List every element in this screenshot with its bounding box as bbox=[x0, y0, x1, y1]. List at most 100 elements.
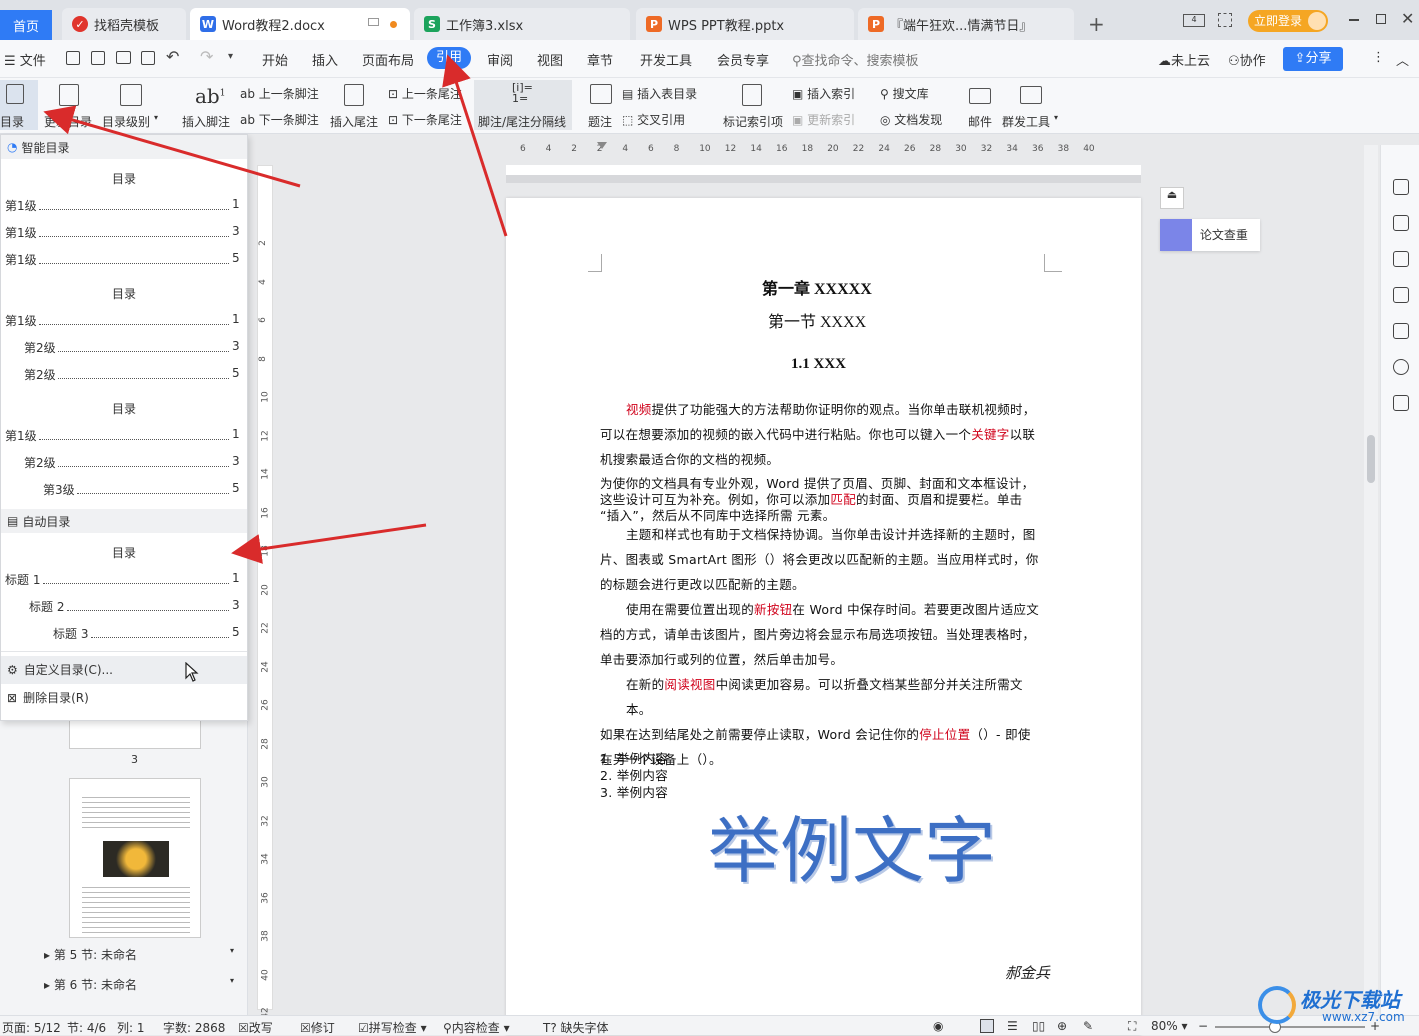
zoom-level[interactable]: 80% ▾ bbox=[1151, 1019, 1188, 1033]
menu-member[interactable]: 会员专享 bbox=[717, 50, 769, 69]
login-button[interactable]: 立即登录 bbox=[1248, 10, 1328, 32]
window-layout-icon[interactable]: 4 bbox=[1183, 14, 1205, 27]
menu-view[interactable]: 视图 bbox=[537, 50, 563, 69]
overwrite-toggle[interactable]: ☒改写 bbox=[238, 1019, 273, 1036]
nav-section-6[interactable]: ▸ 第 6 节: 未命名 ▾ bbox=[44, 976, 234, 993]
tab-home[interactable]: 首页 bbox=[0, 10, 52, 40]
page-thumb-prev[interactable] bbox=[69, 721, 201, 749]
vertical-scrollbar[interactable] bbox=[1364, 145, 1378, 1015]
insert-table-toc-button[interactable]: ▤ 插入表目录 bbox=[622, 85, 697, 102]
toc-level-button[interactable]: 目录级别 ▾ bbox=[102, 80, 164, 130]
paragraph-3[interactable]: 主题和样式也有助于文档保持协调。当你单击设计并选择新的主题时，图 片、图表或 S… bbox=[600, 522, 1046, 597]
collapse-ribbon-icon[interactable]: ︿ bbox=[1396, 50, 1409, 69]
more-icon[interactable]: ⋮ bbox=[1372, 50, 1385, 65]
print-icon[interactable] bbox=[116, 51, 131, 64]
close-button[interactable]: ✕ bbox=[1401, 9, 1414, 28]
paper-check-button[interactable]: 论文查重 bbox=[1160, 219, 1260, 251]
insert-index-button[interactable]: ▣ 插入索引 bbox=[792, 85, 855, 102]
save-icon[interactable] bbox=[66, 51, 80, 65]
outline-view-icon[interactable]: ☰ bbox=[1007, 1019, 1018, 1033]
chevron-down-icon[interactable]: ▾ bbox=[228, 51, 233, 62]
mark-index-button[interactable]: 标记索引项 bbox=[720, 80, 786, 130]
separator-button[interactable]: [i]= 1= 脚注/尾注分隔线 bbox=[474, 80, 572, 130]
cloud-status[interactable]: ☁未上云 bbox=[1158, 50, 1210, 69]
missing-font-button[interactable]: T? 缺失字体 bbox=[543, 1019, 609, 1036]
zoom-out-button[interactable]: − bbox=[1198, 1019, 1208, 1033]
section-heading[interactable]: 第一节 XXXX bbox=[768, 308, 866, 332]
pen-icon[interactable] bbox=[1393, 215, 1409, 231]
menu-chapter[interactable]: 章节 bbox=[587, 50, 613, 69]
grid-apps-icon[interactable] bbox=[1218, 13, 1232, 27]
web-view-icon[interactable]: ⊕ bbox=[1057, 1019, 1067, 1033]
auto-toc-style[interactable]: 目录 标题 11 标题 23 标题 35 bbox=[1, 537, 247, 647]
file-menu[interactable]: ☰ 文件 bbox=[4, 50, 46, 69]
track-changes-toggle[interactable]: ☒修订 bbox=[300, 1019, 335, 1036]
nav-section-5[interactable]: ▸ 第 5 节: 未命名 ▾ bbox=[44, 946, 234, 963]
rocket-icon[interactable] bbox=[1393, 179, 1409, 195]
cursor-icon[interactable] bbox=[1393, 251, 1409, 267]
share-button[interactable]: ⇪分享 bbox=[1283, 47, 1343, 71]
cross-ref-button[interactable]: ⬚ 交叉引用 bbox=[622, 111, 685, 128]
prev-endnote-button[interactable]: ⊡ 上一条尾注 bbox=[388, 85, 462, 102]
print-preview-icon[interactable] bbox=[141, 51, 155, 65]
menu-developer[interactable]: 开发工具 bbox=[640, 50, 692, 69]
status-page[interactable]: 页面: 5/12 bbox=[2, 1019, 61, 1036]
paragraph-4[interactable]: 使用在需要位置出现的新按钮在 Word 中保存时间。若要更改图片适应文 档的方式… bbox=[600, 597, 1046, 672]
menu-review[interactable]: 审阅 bbox=[487, 50, 513, 69]
next-footnote-button[interactable]: ab 下一条脚注 bbox=[240, 111, 319, 128]
image-tool-icon[interactable] bbox=[1393, 323, 1409, 339]
write-view-icon[interactable]: ✎ bbox=[1083, 1019, 1093, 1033]
menu-start[interactable]: 开始 bbox=[262, 50, 288, 69]
undo-icon[interactable]: ↶ bbox=[166, 47, 179, 66]
menu-references[interactable]: 引用 bbox=[427, 47, 471, 69]
adjust-icon[interactable] bbox=[1393, 287, 1409, 303]
status-words[interactable]: 字数: 2868 bbox=[163, 1019, 225, 1036]
collab-button[interactable]: ⚇协作 bbox=[1228, 50, 1266, 69]
eye-icon[interactable]: ◉ bbox=[933, 1019, 943, 1033]
search-library-button[interactable]: ⚲ 搜文库 bbox=[880, 85, 929, 102]
tab-templates[interactable]: ✓ 找稻壳模板 bbox=[62, 8, 186, 40]
toc-style-1[interactable]: 目录 第1级 1 第1级 3 第1级 5 bbox=[1, 163, 247, 269]
menu-page-layout[interactable]: 页面布局 bbox=[362, 50, 414, 69]
chapter-heading[interactable]: 第一章 XXXXX bbox=[762, 275, 872, 299]
mass-tool-button[interactable]: 群发工具 ▾ bbox=[1002, 80, 1062, 130]
new-tab-button[interactable]: + bbox=[1088, 12, 1105, 36]
toc-button[interactable]: 目录 bbox=[0, 80, 38, 130]
toc-style-2[interactable]: 目录 第1级 1 第2级 3 第2级 5 bbox=[1, 278, 247, 384]
maximize-button[interactable] bbox=[1376, 14, 1386, 24]
delete-toc-item[interactable]: ⊠ 删除目录(R) bbox=[1, 684, 247, 712]
doc-discover-button[interactable]: ◎ 文档发现 bbox=[880, 111, 942, 128]
reading-view-icon[interactable]: ▯▯ bbox=[1032, 1019, 1045, 1033]
collapse-side-button[interactable]: ⏏ bbox=[1160, 187, 1184, 209]
tab-pptx[interactable]: P WPS PPT教程.pptx bbox=[636, 8, 854, 40]
tab-ppt-2[interactable]: P 『端午狂欢...情满节日』 bbox=[858, 8, 1074, 40]
page-thumbnail[interactable] bbox=[69, 778, 201, 938]
spell-check-toggle[interactable]: ☑拼写检查 ▾ bbox=[358, 1019, 427, 1036]
insert-endnote-button[interactable]: 插入尾注 bbox=[328, 80, 382, 130]
subsection-heading[interactable]: 1.1 XXX bbox=[791, 356, 846, 373]
paragraph-1[interactable]: 视频提供了功能强大的方法帮助你证明你的观点。当你单击联机视频时， 可以在想要添加… bbox=[600, 397, 1046, 472]
command-search[interactable]: ⚲查找命令、搜索模板 bbox=[792, 50, 919, 69]
update-toc-button[interactable]: 更新目录 bbox=[44, 80, 96, 130]
content-check-button[interactable]: ⚲内容检查 ▾ bbox=[443, 1019, 510, 1036]
minimize-button[interactable] bbox=[1349, 19, 1359, 21]
insert-footnote-button[interactable]: ab1 插入脚注 bbox=[178, 80, 234, 130]
page-view-icon[interactable] bbox=[980, 1019, 994, 1033]
wordart-text[interactable]: 举例文字 bbox=[708, 792, 996, 897]
scroll-thumb[interactable] bbox=[1367, 435, 1375, 483]
location-icon[interactable] bbox=[1393, 359, 1409, 375]
fit-page-icon[interactable]: ⛶ bbox=[1128, 1019, 1136, 1034]
prev-footnote-button[interactable]: ab 上一条脚注 bbox=[240, 85, 319, 102]
toc-style-3[interactable]: 目录 第1级 1 第2级 3 第3级 5 bbox=[1, 393, 247, 503]
export-pdf-icon[interactable] bbox=[91, 51, 105, 65]
mail-button[interactable]: 邮件 bbox=[964, 80, 996, 130]
next-endnote-button[interactable]: ⊡ 下一条尾注 bbox=[388, 111, 462, 128]
custom-toc-item[interactable]: ⚙ 自定义目录(C)... bbox=[1, 656, 247, 684]
tab-word-doc[interactable]: W Word教程2.docx bbox=[190, 8, 410, 40]
book-icon[interactable] bbox=[1393, 395, 1409, 411]
caption-button[interactable]: 题注 bbox=[586, 80, 616, 130]
tab-xlsx[interactable]: S 工作簿3.xlsx bbox=[414, 8, 630, 40]
redo-icon[interactable]: ↷ bbox=[200, 47, 213, 66]
paragraph-2[interactable]: 为使你的文档具有专业外观，Word 提供了页眉、页脚、封面和文本框设计， 这些设… bbox=[600, 476, 1046, 524]
menu-insert[interactable]: 插入 bbox=[312, 50, 338, 69]
